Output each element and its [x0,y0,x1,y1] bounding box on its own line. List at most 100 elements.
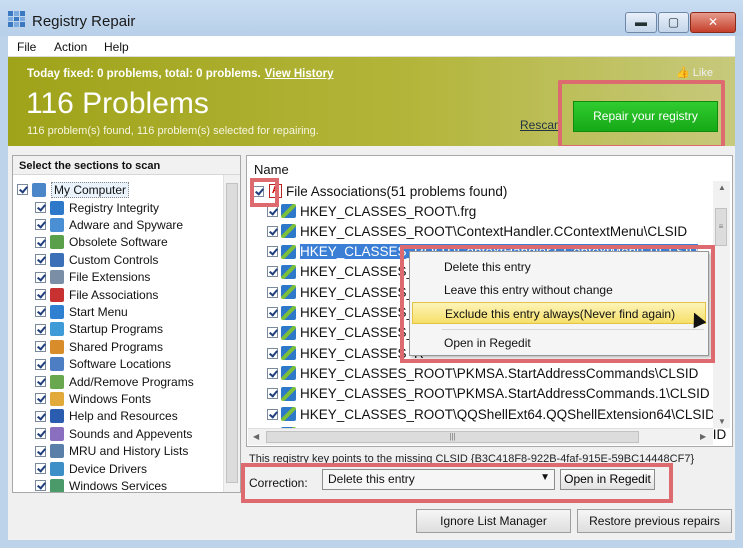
close-button[interactable]: ✕ [690,12,736,33]
checkbox[interactable] [35,323,46,335]
custom-controls-icon [50,252,64,267]
tree-item[interactable]: Obsolete Software [35,234,168,251]
scroll-left-icon[interactable]: ◀ [253,432,259,441]
checkbox[interactable] [35,236,46,248]
tree-item[interactable]: Shared Programs [35,338,163,355]
registry-key-path: HKEY_CLASSES_ROOT\PKMSA.StartAddressComm… [300,365,699,381]
checkbox[interactable] [267,408,278,420]
checkbox[interactable] [267,367,278,379]
table-row[interactable]: HKEY_CLASSES_ROOT\ContextHandler.CContex… [267,221,687,241]
registry-key-icon [281,244,296,259]
checkbox[interactable] [267,266,278,278]
checkbox[interactable] [35,480,46,492]
checkbox[interactable] [35,306,46,318]
minimize-button[interactable]: ▬ [625,12,657,33]
checkbox[interactable] [35,410,46,422]
checkbox[interactable] [267,286,278,298]
menu-help[interactable]: Help [104,40,129,54]
checkbox[interactable] [35,219,46,231]
file-associations-icon [50,287,64,302]
table-row[interactable]: HKEY_CLASSES_ROOT\PKMSA.StartAddressComm… [267,363,698,383]
checkbox[interactable] [267,347,278,359]
help-resources-icon [50,409,64,424]
tree-item[interactable]: Sounds and Appevents [35,425,192,442]
obsolete-software-icon [50,235,64,250]
checkbox[interactable] [35,393,46,405]
checkbox[interactable] [267,225,278,237]
registry-key-icon [281,305,296,320]
checkbox[interactable] [267,388,278,400]
sounds-icon [50,426,64,441]
tree-item[interactable]: MRU and History Lists [35,443,188,460]
maximize-button[interactable]: ▢ [658,12,689,33]
checkbox[interactable] [35,358,46,370]
tree-item[interactable]: Windows Services [35,477,167,492]
tree-item[interactable]: File Extensions [35,269,150,286]
highlight-box-correction [241,463,673,503]
menu-action[interactable]: Action [54,40,87,54]
checkbox[interactable] [267,327,278,339]
group-label: File Associations(51 problems found) [286,183,508,199]
checkbox[interactable] [35,376,46,387]
tree-item[interactable]: File Associations [35,286,158,303]
startup-programs-icon [50,322,64,337]
checkbox[interactable] [35,202,46,213]
tree-item[interactable]: Custom Controls [35,251,158,268]
tree-item[interactable]: Software Locations [35,356,171,373]
list-vertical-scrollbar[interactable]: ▲ ≡ ▼ [713,181,730,428]
scrollbar-thumb[interactable] [226,183,238,483]
list-horizontal-scrollbar[interactable]: ◀ ||| ▶ [248,428,713,445]
checkbox[interactable] [35,271,46,283]
checkbox[interactable] [267,205,278,217]
registry-key-icon [281,346,296,361]
shared-programs-icon [50,339,64,354]
tree-item[interactable]: Device Drivers [35,460,147,477]
view-history-link[interactable]: View History [265,68,334,80]
tree-item[interactable]: Start Menu [35,303,128,320]
checkbox[interactable] [35,341,46,353]
tree-item-label: File Extensions [69,270,151,285]
checkbox[interactable] [35,445,46,457]
scroll-up-icon[interactable]: ▲ [718,183,726,192]
scroll-down-icon[interactable]: ▼ [718,417,726,426]
registry-key-icon [281,407,296,421]
scrollbar-thumb[interactable]: ||| [266,431,639,443]
tree-item[interactable]: Add/Remove Programs [35,373,194,390]
checkbox[interactable] [267,246,278,258]
tree-item[interactable]: Help and Resources [35,408,178,425]
registry-key-icon [281,386,296,401]
tree-item-my-computer[interactable]: My Computer [17,181,130,198]
checkbox[interactable] [35,428,46,440]
ignore-list-manager-button[interactable]: Ignore List Manager [416,509,571,533]
table-row[interactable]: HKEY_CLASSES_ROOT\.frg [267,201,476,221]
tree-item-label: Start Menu [69,304,128,319]
checkbox[interactable] [35,254,46,266]
checkbox[interactable] [267,307,278,318]
restore-previous-repairs-button[interactable]: Restore previous repairs [577,509,732,533]
column-header-name[interactable]: Name [254,162,289,177]
checkbox[interactable] [17,184,28,195]
start-menu-icon [50,304,64,319]
group-row-file-associations[interactable]: A File Associations(51 problems found) [253,181,507,201]
registry-key-path: HKEY_CLASSES_ROOT\PKMSA.StartAddressComm… [300,386,710,402]
tree-item-label: Adware and Spyware [69,217,184,232]
sections-scrollbar[interactable] [223,175,240,492]
rescan-link[interactable]: Rescan [520,118,561,132]
tree-item[interactable]: Adware and Spyware [35,216,183,233]
windows-services-icon [50,478,64,492]
sections-header: Select the sections to scan [13,156,240,175]
registry-key-icon [281,285,296,300]
checkbox[interactable] [35,463,46,474]
scroll-right-icon[interactable]: ▶ [700,432,706,441]
like-button[interactable]: 👍 Like [676,66,713,79]
tree-item-label: Registry Integrity [69,200,160,215]
tree-item[interactable]: Windows Fonts [35,390,151,407]
problem-summary: 116 problem(s) found, 116 problem(s) sel… [27,125,319,137]
checkbox[interactable] [35,289,46,300]
tree-item[interactable]: Registry Integrity [35,199,159,216]
table-row[interactable]: HKEY_CLASSES_ROOT\QQShellExt64.QQShellEx… [267,404,715,424]
table-row[interactable]: HKEY_CLASSES_ROOT\PKMSA.StartAddressComm… [267,384,710,404]
menu-file[interactable]: File [17,40,36,54]
tree-item[interactable]: Startup Programs [35,321,163,338]
scrollbar-thumb[interactable]: ≡ [715,208,727,246]
